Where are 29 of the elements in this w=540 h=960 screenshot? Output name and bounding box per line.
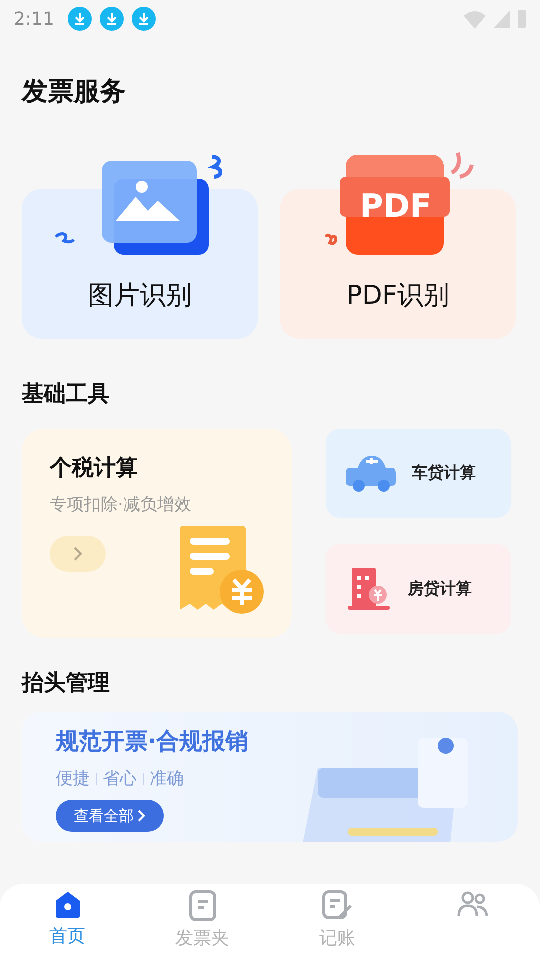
chevron-icon (138, 809, 146, 823)
edit-note-icon (320, 890, 354, 922)
section-title: 抬头管理 (22, 670, 111, 698)
calculator-card[interactable]: 房贷计算 (326, 544, 511, 634)
download-icon (68, 7, 92, 31)
promo-banner[interactable]: 规范开票·合规报销 便捷 省心 准确 查看全部 (22, 712, 518, 842)
status-time: 2:11 (14, 8, 54, 30)
banner-title: 规范开票·合规报销 (56, 728, 250, 757)
battery-icon (518, 10, 526, 28)
download-icon (100, 7, 124, 31)
calculator-card[interactable]: 车贷计算 (326, 429, 511, 518)
tax-card[interactable]: 个税计算 专项扣除·减负增效 (22, 429, 292, 638)
chevron-icon (73, 546, 83, 562)
pdf-label: PDF (360, 187, 432, 225)
banner-tag: 省心 (103, 767, 137, 790)
banner-tag: 便捷 (56, 767, 90, 790)
car-icon (346, 454, 396, 494)
building-icon (346, 566, 392, 612)
section-title: 基础工具 (22, 381, 111, 409)
document-icon (188, 890, 218, 922)
view-all-button[interactable]: 查看全部 (56, 800, 164, 832)
banner-tag: 准确 (150, 767, 184, 790)
download-icon (132, 7, 156, 31)
section-title: 发票服务 (22, 76, 127, 109)
arrow-button[interactable] (50, 536, 106, 572)
tax-title: 个税计算 (50, 455, 139, 483)
signal-icon (494, 10, 510, 28)
wifi-icon (464, 10, 486, 28)
tax-subtitle: 专项扣除·减负增效 (50, 494, 192, 516)
